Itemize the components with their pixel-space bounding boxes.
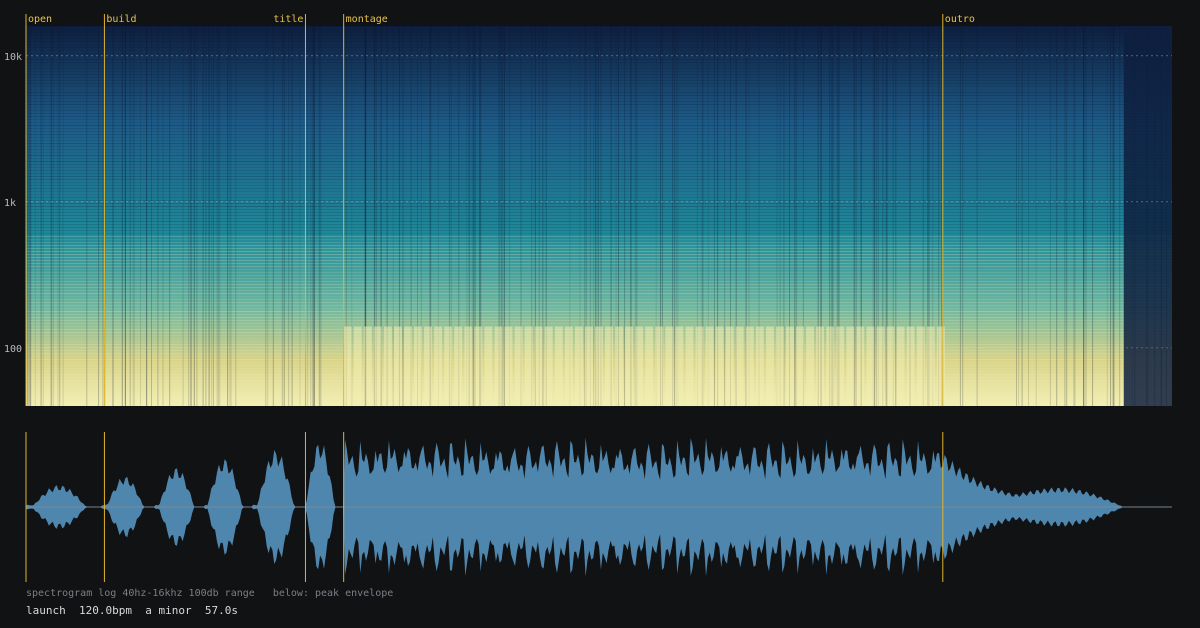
visualization: 10k 1k 100 open build title montage outro	[4, 14, 1172, 582]
freq-tick-label: 100	[4, 344, 22, 355]
caption: spectrogram log 40hz-16khz 100db range b…	[26, 588, 394, 599]
track-info: launch 120.0bpm a minor 57.0s	[26, 604, 238, 617]
spectrogram	[26, 26, 1172, 407]
track-key: a minor	[145, 604, 192, 617]
section-label-montage: montage	[346, 14, 388, 25]
track-tempo: 120.0bpm	[79, 604, 132, 617]
section-label-outro: outro	[945, 14, 975, 25]
track-duration: 57.0s	[204, 604, 238, 617]
section-label-title: title	[273, 14, 303, 25]
waveform-envelope	[26, 437, 1172, 577]
section-label-open: open	[28, 14, 52, 25]
section-label-build: build	[106, 14, 136, 25]
freq-tick-label: 10k	[4, 52, 22, 63]
track-title: launch	[26, 604, 66, 617]
freq-tick-label: 1k	[4, 198, 16, 209]
